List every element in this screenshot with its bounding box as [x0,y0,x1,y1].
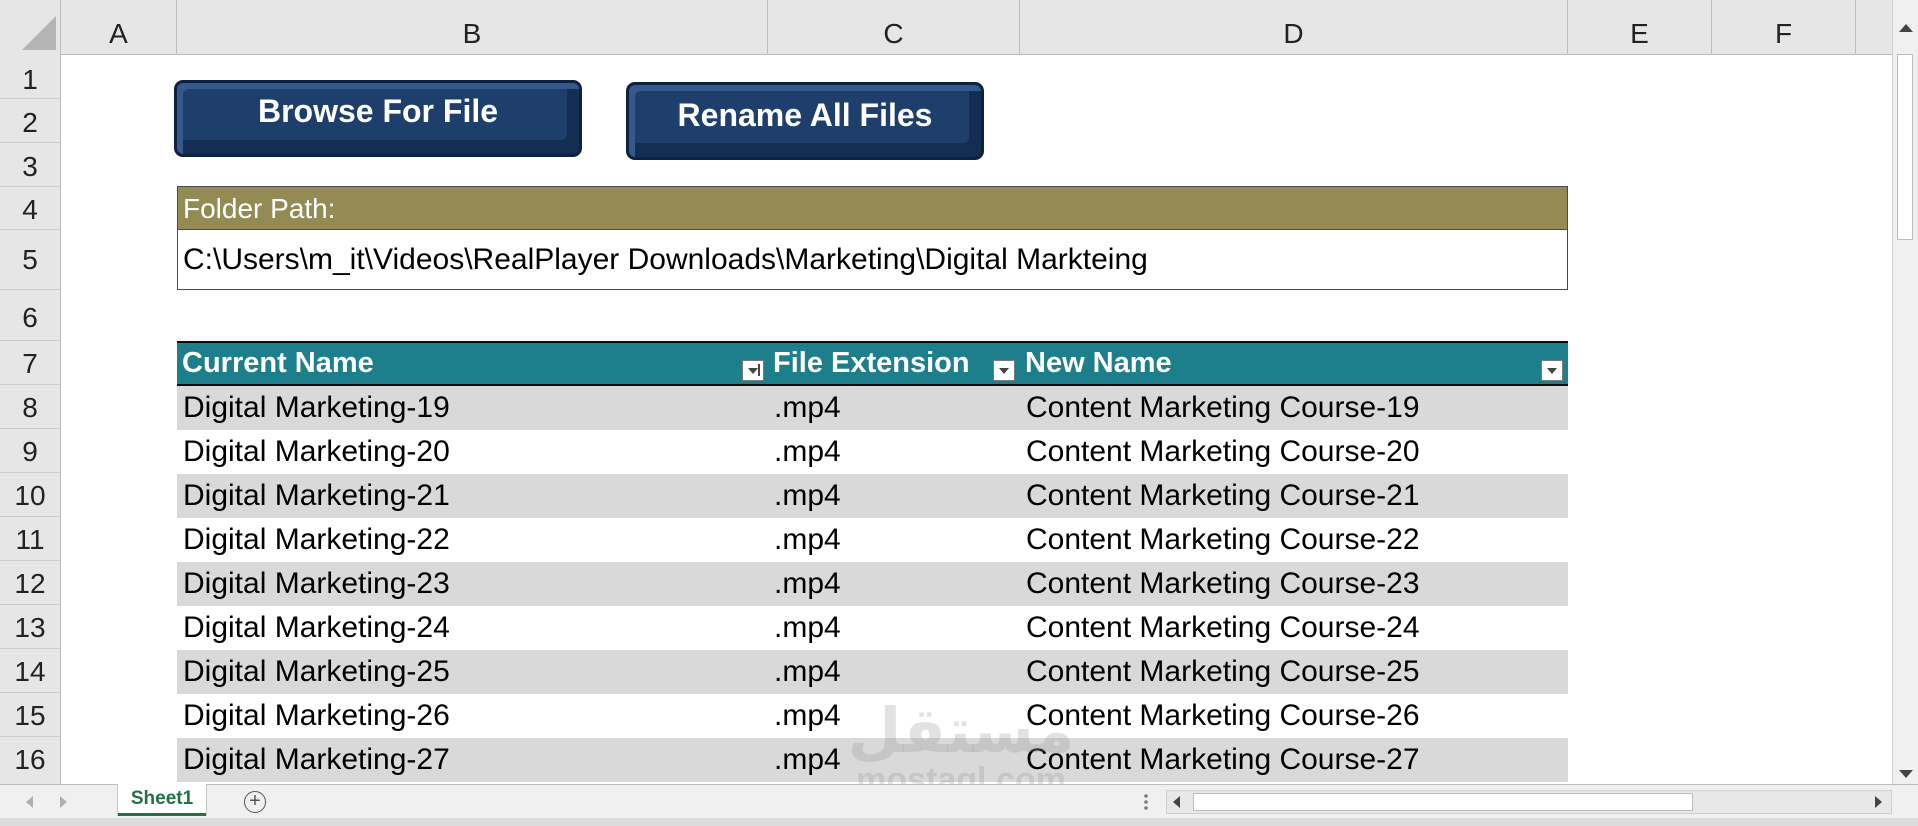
row-header-14[interactable]: 14 [0,649,60,693]
splitter-handle-icon[interactable] [1144,793,1148,811]
current-name-cell[interactable]: Digital Marketing-21 [177,474,768,518]
new-name-cell[interactable]: Content Marketing Course-23 [1020,562,1568,606]
current-name-cell[interactable]: Digital Marketing-22 [177,518,768,562]
row-header-12[interactable]: 12 [0,561,60,605]
current-name-cell[interactable]: Digital Marketing-27 [177,738,768,782]
table-row: Digital Marketing-22 .mp4 Content Market… [177,518,1568,562]
scroll-up-icon[interactable] [1899,24,1913,32]
table-row: Digital Marketing-20 .mp4 Content Market… [177,430,1568,474]
row-header-9[interactable]: 9 [0,429,60,473]
file-extension-cell[interactable]: .mp4 [768,430,1020,474]
new-name-cell[interactable]: Content Marketing Course-27 [1020,738,1568,782]
column-header-e[interactable]: E [1568,0,1712,54]
table-header-row: Current Name File Extension New Name [177,341,1568,386]
header-new-name[interactable]: New Name [1020,343,1568,384]
current-name-cell[interactable]: Digital Marketing-19 [177,386,768,430]
scroll-down-icon[interactable] [1899,770,1913,778]
table-row: Digital Marketing-23 .mp4 Content Market… [177,562,1568,606]
table-row: Digital Marketing-21 .mp4 Content Market… [177,474,1568,518]
column-header-c[interactable]: C [768,0,1020,54]
watermark-arabic: مستقل [847,697,1075,766]
file-extension-cell[interactable]: .mp4 [768,606,1020,650]
current-name-cell[interactable]: Digital Marketing-23 [177,562,768,606]
new-name-cell[interactable]: Content Marketing Course-21 [1020,474,1568,518]
file-extension-cell[interactable]: .mp4 [768,474,1020,518]
status-strip [0,818,1918,826]
row-header-10[interactable]: 10 [0,473,60,517]
file-extension-cell[interactable]: .mp4 [768,386,1020,430]
row-header-2[interactable]: 2 [0,99,60,143]
folder-path-label: Folder Path: [177,186,1568,230]
add-sheet-icon[interactable]: + [244,791,266,813]
sheet-tab-bar: Sheet1 + [0,784,1918,818]
new-name-cell[interactable]: Content Marketing Course-19 [1020,386,1568,430]
row-header-4[interactable]: 4 [0,187,60,230]
vertical-scroll-thumb[interactable] [1897,54,1913,240]
folder-path-value[interactable]: C:\Users\m_it\Videos\RealPlayer Download… [177,230,1568,290]
column-header-f[interactable]: F [1712,0,1856,54]
current-name-cell[interactable]: Digital Marketing-25 [177,650,768,694]
row-header-1[interactable]: 1 [0,54,60,99]
next-sheet-icon[interactable] [60,796,67,808]
sort-filter-icon[interactable] [742,360,764,381]
file-extension-cell[interactable]: .mp4 [768,518,1020,562]
current-name-cell[interactable]: Digital Marketing-26 [177,694,768,738]
row-header-3[interactable]: 3 [0,143,60,187]
table-row: Digital Marketing-25 .mp4 Content Market… [177,650,1568,694]
filter-dropdown-icon[interactable] [993,360,1015,381]
new-name-cell[interactable]: Content Marketing Course-24 [1020,606,1568,650]
row-header-15[interactable]: 15 [0,693,60,737]
rename-all-files-button[interactable]: Rename All Files [626,82,984,160]
new-name-cell[interactable]: Content Marketing Course-25 [1020,650,1568,694]
row-header-column: 1 2 3 4 5 6 7 8 9 10 11 12 13 14 15 16 [0,54,61,784]
row-header-5[interactable]: 5 [0,230,60,290]
row-header-11[interactable]: 11 [0,517,60,561]
select-all-corner[interactable] [0,0,61,54]
file-extension-cell[interactable]: .mp4 [768,562,1020,606]
horizontal-scroll-thumb[interactable] [1193,793,1693,811]
new-name-cell[interactable]: Content Marketing Course-26 [1020,694,1568,738]
table-row: Digital Marketing-24 .mp4 Content Market… [177,606,1568,650]
row-header-13[interactable]: 13 [0,605,60,649]
browse-for-file-button[interactable]: Browse For File [174,80,582,157]
current-name-cell[interactable]: Digital Marketing-20 [177,430,768,474]
scroll-right-icon[interactable] [1875,796,1882,808]
select-all-icon [22,16,56,50]
table-row: Digital Marketing-19 .mp4 Content Market… [177,386,1568,430]
horizontal-scrollbar[interactable] [1166,790,1892,814]
row-header-7[interactable]: 7 [0,341,60,385]
header-file-extension[interactable]: File Extension [768,343,1020,384]
row-header-16[interactable]: 16 [0,737,60,784]
file-extension-cell[interactable]: .mp4 [768,650,1020,694]
vertical-scrollbar[interactable] [1892,0,1918,784]
prev-sheet-icon[interactable] [26,796,33,808]
column-header-d[interactable]: D [1020,0,1568,54]
new-name-cell[interactable]: Content Marketing Course-20 [1020,430,1568,474]
column-header-a[interactable]: A [61,0,177,54]
column-header-b[interactable]: B [177,0,768,54]
row-header-8[interactable]: 8 [0,385,60,429]
filter-dropdown-icon[interactable] [1541,360,1563,381]
scroll-left-icon[interactable] [1173,796,1180,808]
header-current-name[interactable]: Current Name [177,343,768,384]
watermark: مستقل mostaql.com [846,697,1076,798]
new-name-cell[interactable]: Content Marketing Course-22 [1020,518,1568,562]
current-name-cell[interactable]: Digital Marketing-24 [177,606,768,650]
row-header-6[interactable]: 6 [0,290,60,341]
sheet-tab-sheet1[interactable]: Sheet1 [118,784,206,816]
column-header-row: A B C D E F [0,0,1918,55]
